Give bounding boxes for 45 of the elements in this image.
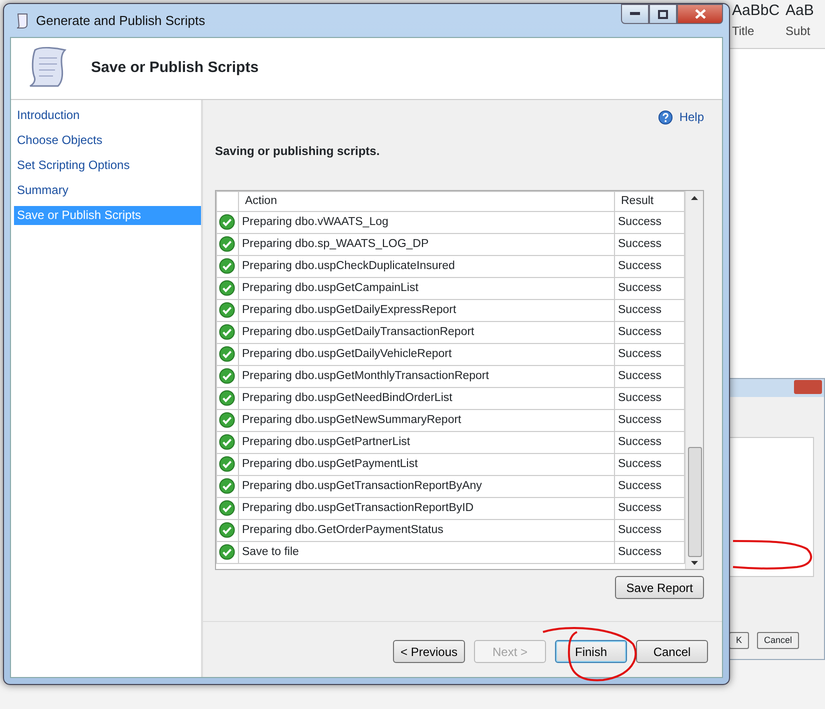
minimize-button[interactable]: [621, 4, 649, 24]
nav-item[interactable]: Introduction: [14, 106, 201, 125]
table-cell: Preparing dbo.uspGetDailyVehicleReport: [238, 344, 614, 366]
nav-item[interactable]: Set Scripting Options: [14, 156, 201, 175]
maximize-icon: [658, 10, 668, 18]
dialog-button[interactable]: Cancel: [757, 632, 800, 649]
help-link[interactable]: Help: [679, 108, 704, 126]
scroll-icon: [14, 12, 30, 28]
table-cell: Preparing dbo.uspCheckDuplicateInsured: [238, 256, 614, 278]
style-name: Title: [732, 23, 754, 40]
close-button[interactable]: [677, 4, 723, 24]
help-icon[interactable]: [658, 110, 674, 124]
table-cell: Preparing dbo.vWAATS_Log: [238, 212, 614, 234]
maximize-button[interactable]: [649, 4, 677, 24]
table-cell: Preparing dbo.uspGetCampainList: [238, 278, 614, 300]
scrollbar[interactable]: [685, 191, 703, 569]
column-header[interactable]: Result: [614, 192, 684, 212]
table-cell: Preparing dbo.uspGetNewSummaryReport: [238, 410, 614, 432]
page-title: Save or Publish Scripts: [91, 58, 259, 78]
nav-item[interactable]: Summary: [14, 181, 201, 200]
table-cell: Preparing dbo.uspGetDailyExpressReport: [238, 300, 614, 322]
wizard-button[interactable]: < Previous: [393, 640, 465, 663]
table-cell: Preparing dbo.GetOrderPaymentStatus: [238, 520, 614, 542]
section-heading: Saving or publishing scripts.: [215, 143, 381, 160]
table-cell: Preparing dbo.sp_WAATS_LOG_DP: [238, 234, 614, 256]
style-name: Subt: [786, 23, 810, 40]
save-report-button[interactable]: Save Report: [615, 576, 704, 599]
table-cell: Preparing dbo.uspGetMonthlyTransactionReport: [238, 366, 614, 388]
column-header[interactable]: Action: [238, 192, 614, 212]
table-cell: Save to file: [238, 542, 614, 564]
dialog-button[interactable]: K: [729, 632, 750, 649]
table-cell: Preparing dbo.uspGetTransactionReportByAny: [238, 476, 614, 498]
table-cell: Preparing dbo.uspGetDailyTransactionReport: [238, 322, 614, 344]
style-sample[interactable]: AaB: [786, 0, 814, 22]
style-sample[interactable]: AaBbC: [732, 0, 780, 22]
scroll-thumb[interactable]: [688, 447, 702, 557]
nav-item[interactable]: Choose Objects: [14, 131, 201, 150]
wizard-button[interactable]: Finish: [555, 640, 627, 663]
table-cell: Preparing dbo.uspGetTransactionReportByID: [238, 498, 614, 520]
minimize-icon: [630, 12, 640, 16]
table-cell: Preparing dbo.uspGetPaymentList: [238, 454, 614, 476]
window-title: Generate and Publish Scripts: [36, 12, 206, 30]
wizard-button[interactable]: Cancel: [636, 640, 708, 663]
table-cell: Preparing dbo.uspGetNeedBindOrderList: [238, 388, 614, 410]
table-cell: Preparing dbo.uspGetPartnerList: [238, 432, 614, 454]
